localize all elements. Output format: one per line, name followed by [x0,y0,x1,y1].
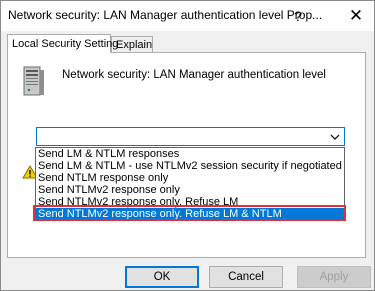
policy-name-label: Network security: LAN Manager authentica… [62,69,326,81]
apply-button[interactable]: Apply [297,266,371,288]
tab-label: Local Security Setting [12,38,119,50]
properties-dialog: Network security: LAN Manager authentica… [0,0,375,291]
dropdown-option[interactable]: Send NTLMv2 response only [36,184,344,196]
server-icon [23,66,44,96]
title-bar: Network security: LAN Manager authentica… [1,1,374,31]
selection-highlight-box [33,205,346,221]
window-title: Network security: LAN Manager authentica… [8,8,323,22]
help-button[interactable]: ? [283,1,313,31]
chevron-down-icon [330,134,340,140]
cancel-button[interactable]: Cancel [209,266,283,288]
tab-label: Explain [116,39,153,51]
dropdown-option[interactable]: Send NTLM response only [36,172,344,184]
dropdown-option[interactable]: Send LM & NTLM responses [36,148,344,160]
close-button[interactable]: ✕ [339,1,373,31]
ok-button[interactable]: OK [125,266,199,288]
authentication-level-combobox[interactable] [36,127,345,146]
dropdown-option[interactable]: Send LM & NTLM - use NTLMv2 session secu… [36,160,344,172]
tab-local-security-setting[interactable]: Local Security Setting [7,34,118,53]
